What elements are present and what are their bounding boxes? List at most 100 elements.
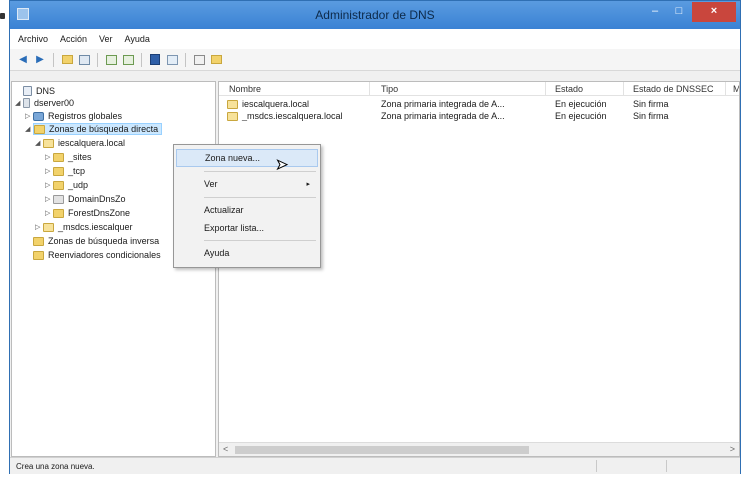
zone-icon bbox=[227, 99, 238, 109]
expand-arrow-icon[interactable]: ▷ bbox=[35, 223, 43, 231]
back-arrow-icon[interactable]: ◀ bbox=[16, 53, 30, 67]
menu-item-ver[interactable]: Ver ▸ bbox=[176, 175, 318, 193]
menu-item-zona-nueva[interactable]: Zona nueva... bbox=[176, 149, 318, 167]
mouse-cursor-icon: ➤ bbox=[276, 156, 289, 173]
expand-arrow-icon[interactable]: ▷ bbox=[45, 195, 53, 203]
tree-item-udp[interactable]: ▷ _udp bbox=[45, 179, 88, 191]
tree-item-reenviadores[interactable]: Reenviadores condicionales bbox=[33, 249, 161, 261]
tree-item-label: DomainDnsZo bbox=[68, 194, 126, 204]
menu-item-actualizar[interactable]: Actualizar bbox=[176, 201, 318, 219]
folder-icon bbox=[33, 250, 44, 260]
tree-item-label: Zonas de búsqueda inversa bbox=[48, 236, 160, 246]
column-header-dnssec[interactable]: Estado de DNSSEC bbox=[633, 84, 714, 94]
expand-arrow-icon[interactable]: ▷ bbox=[45, 153, 53, 161]
expand-arrow-icon[interactable]: ▷ bbox=[25, 112, 33, 120]
tree-item-domaindnszones[interactable]: ▷ DomainDnsZo bbox=[45, 193, 126, 205]
column-header-m[interactable]: M bbox=[733, 84, 739, 94]
tree-item-dns[interactable]: DNS bbox=[15, 85, 55, 97]
globe-icon bbox=[33, 111, 44, 121]
tree-item-registros-globales[interactable]: ▷ Registros globales bbox=[25, 110, 122, 122]
horizontal-scrollbar[interactable]: < > bbox=[219, 442, 739, 456]
column-header-tipo[interactable]: Tipo bbox=[381, 84, 398, 94]
zone-type: Zona primaria integrada de A... bbox=[381, 111, 505, 121]
menu-archivo[interactable]: Archivo bbox=[18, 34, 48, 44]
collapse-arrow-icon[interactable]: ◢ bbox=[25, 125, 33, 133]
menu-item-exportar-lista[interactable]: Exportar lista... bbox=[176, 219, 318, 237]
minimize-button[interactable]: – bbox=[644, 2, 666, 22]
tree-item-label: ForestDnsZone bbox=[68, 208, 131, 218]
console-tree[interactable]: DNS ◢ dserver00 ▷ Registros globales ◢ Z… bbox=[11, 81, 216, 457]
menu-item-label: Exportar lista... bbox=[204, 223, 265, 233]
scroll-right-arrow[interactable]: > bbox=[730, 444, 735, 454]
tree-item-label: _tcp bbox=[68, 166, 86, 176]
folder-icon bbox=[34, 124, 45, 134]
tree-item-iescalquera-local[interactable]: ◢ iescalquera.local bbox=[35, 137, 125, 149]
column-header-estado[interactable]: Estado bbox=[555, 84, 583, 94]
menu-ayuda[interactable]: Ayuda bbox=[125, 34, 150, 44]
folder-icon bbox=[53, 152, 64, 162]
tree-item-label: Zonas de búsqueda directa bbox=[49, 124, 159, 134]
zone-icon bbox=[43, 138, 54, 148]
properties-icon[interactable] bbox=[165, 53, 179, 67]
collapse-arrow-icon[interactable]: ◢ bbox=[15, 99, 23, 107]
refresh-icon[interactable] bbox=[104, 53, 118, 67]
dns-icon bbox=[23, 86, 32, 96]
show-hide-tree-icon[interactable] bbox=[77, 53, 91, 67]
status-panels bbox=[596, 460, 736, 472]
scroll-left-arrow[interactable]: < bbox=[223, 444, 228, 454]
expand-arrow-icon[interactable]: ▷ bbox=[45, 181, 53, 189]
menu-item-ayuda[interactable]: Ayuda bbox=[176, 244, 318, 262]
window-title: Administrador de DNS bbox=[315, 8, 435, 22]
zone-type: Zona primaria integrada de A... bbox=[381, 99, 505, 109]
zone-name: _msdcs.iescalquera.local bbox=[242, 111, 343, 121]
menu-bar: Archivo Acción Ver Ayuda bbox=[10, 29, 740, 49]
collapse-arrow-icon[interactable]: ◢ bbox=[35, 139, 43, 147]
menu-accion[interactable]: Acción bbox=[60, 34, 87, 44]
scrollbar-thumb[interactable] bbox=[235, 446, 529, 454]
expand-arrow-icon[interactable]: ▷ bbox=[45, 167, 53, 175]
folder-icon[interactable] bbox=[209, 53, 223, 67]
background-window-edge bbox=[0, 13, 5, 19]
folder-icon bbox=[53, 166, 64, 176]
toolbar-separator bbox=[141, 52, 142, 67]
tree-item-tcp[interactable]: ▷ _tcp bbox=[45, 165, 85, 177]
forward-arrow-icon[interactable]: ▶ bbox=[33, 53, 47, 67]
zone-dnssec: Sin firma bbox=[633, 111, 669, 121]
help-icon[interactable] bbox=[148, 53, 162, 67]
list-item[interactable]: _msdcs.iescalquera.local Zona primaria i… bbox=[219, 111, 739, 122]
tree-item-sites[interactable]: ▷ _sites bbox=[45, 151, 92, 163]
tree-item-label: Registros globales bbox=[48, 111, 123, 121]
list-item[interactable]: iescalquera.local Zona primaria integrad… bbox=[219, 99, 739, 110]
tree-item-label: DNS bbox=[36, 86, 56, 96]
tree-item-zonas-directa[interactable]: ◢ Zonas de búsqueda directa bbox=[25, 123, 163, 135]
server-icon bbox=[23, 98, 30, 108]
submenu-arrow-icon: ▸ bbox=[306, 181, 310, 188]
zone-status: En ejecución bbox=[555, 111, 607, 121]
tree-item-label: iescalquera.local bbox=[58, 138, 126, 148]
tree-item-zonas-inversa[interactable]: Zonas de búsqueda inversa bbox=[33, 235, 159, 247]
title-bar[interactable]: Administrador de DNS – □ × bbox=[10, 1, 740, 29]
menu-item-label: Actualizar bbox=[204, 205, 244, 215]
maximize-button[interactable]: □ bbox=[668, 2, 690, 22]
menu-item-label: Ayuda bbox=[204, 248, 230, 258]
expand-arrow-icon[interactable]: ▷ bbox=[45, 209, 53, 217]
menu-ver[interactable]: Ver bbox=[99, 34, 113, 44]
up-folder-icon[interactable] bbox=[60, 53, 74, 67]
tree-item-label: dserver00 bbox=[34, 98, 75, 108]
tree-item-dserver00[interactable]: ◢ dserver00 bbox=[15, 97, 74, 109]
results-list[interactable]: Nombre Tipo Estado Estado de DNSSEC M ie… bbox=[218, 81, 740, 457]
context-menu: Zona nueva... Ver ▸ Actualizar Exportar … bbox=[173, 144, 321, 268]
folder-icon bbox=[53, 180, 64, 190]
toolbar-separator bbox=[97, 52, 98, 67]
menu-separator bbox=[204, 197, 316, 198]
menu-item-label: Zona nueva... bbox=[205, 153, 261, 163]
folder-icon bbox=[33, 236, 44, 246]
export-list-icon[interactable] bbox=[121, 53, 135, 67]
tree-item-forestdnszones[interactable]: ▷ ForestDnsZone bbox=[45, 207, 130, 219]
column-header-nombre[interactable]: Nombre bbox=[229, 84, 261, 94]
zone-status: En ejecución bbox=[555, 99, 607, 109]
tree-item-msdcs[interactable]: ▷ _msdcs.iescalquer bbox=[35, 221, 133, 233]
tree-item-label: _udp bbox=[68, 180, 89, 190]
view-icon[interactable] bbox=[192, 53, 206, 67]
close-button[interactable]: × bbox=[692, 2, 736, 22]
